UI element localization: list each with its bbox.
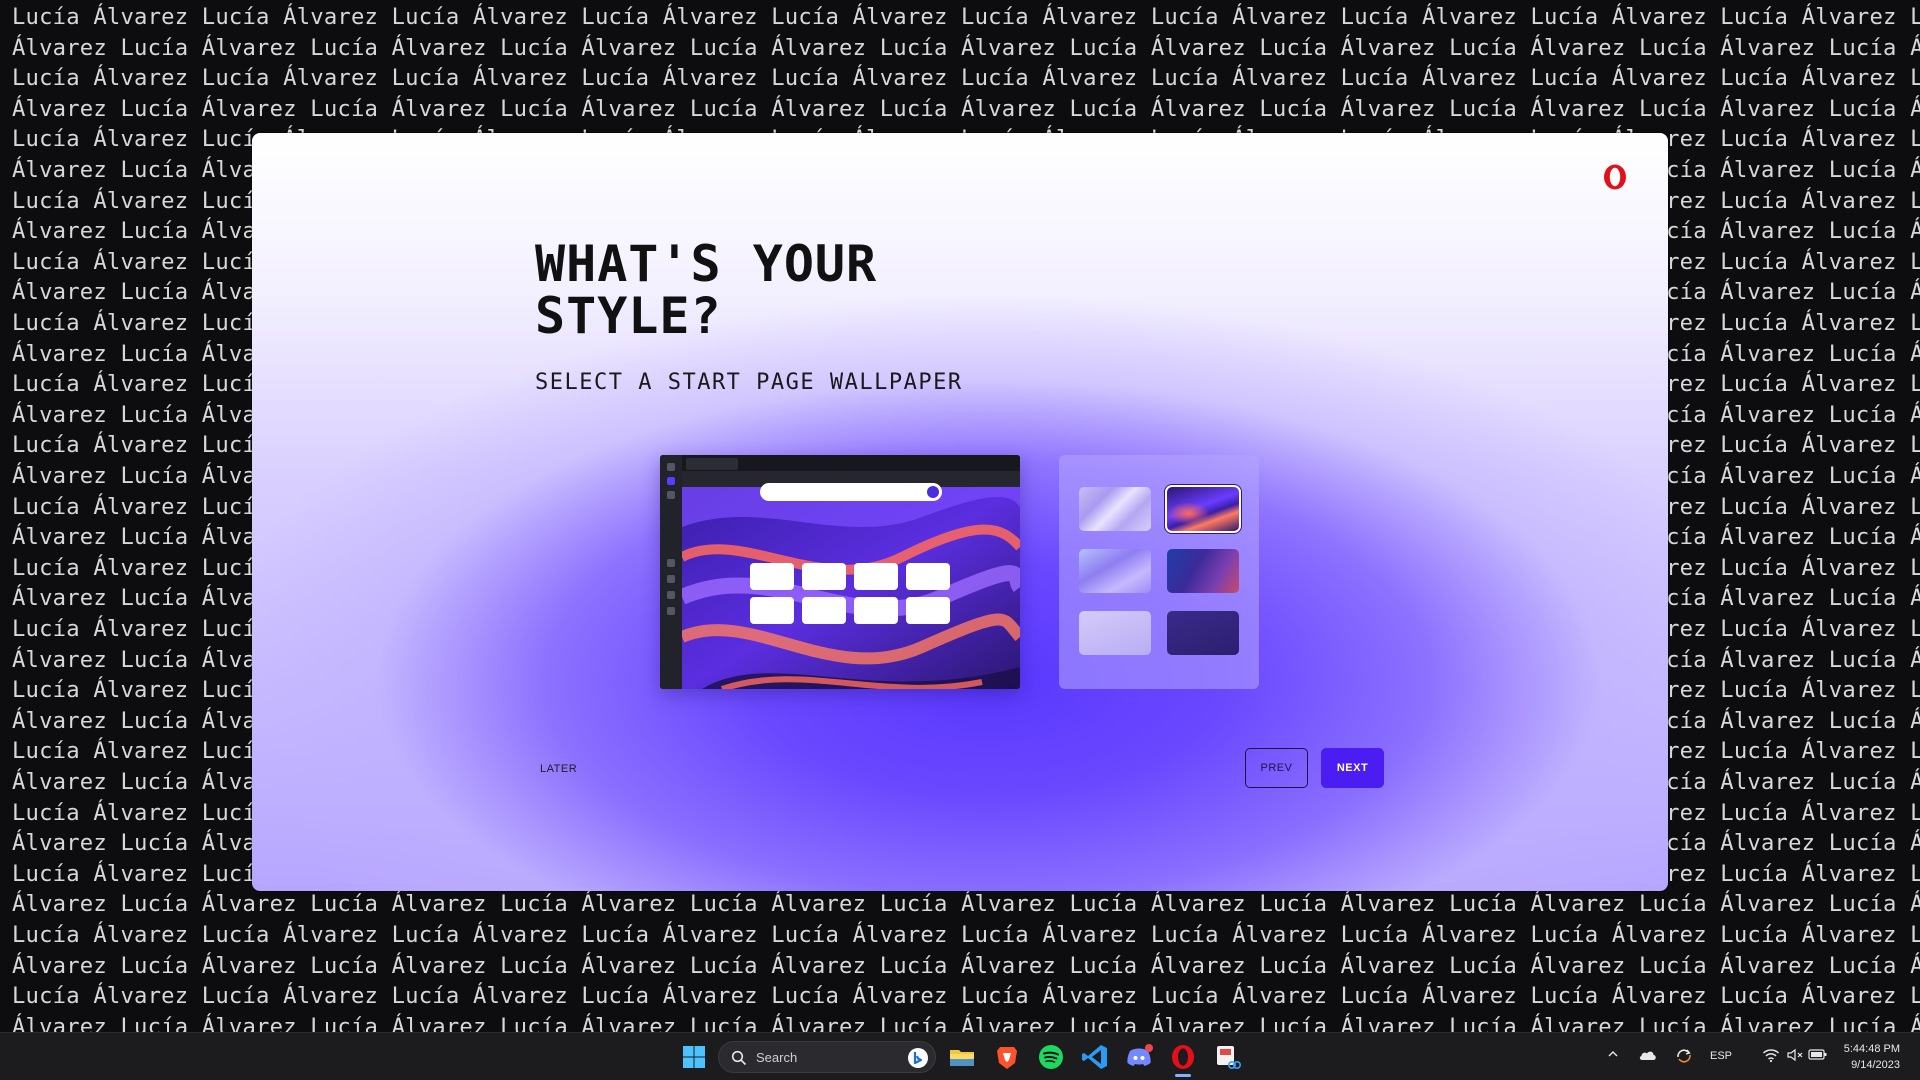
prev-button[interactable]: PREV bbox=[1245, 748, 1308, 788]
wallpaper-option-soft-gradient[interactable] bbox=[1079, 549, 1151, 593]
opera-logo-icon bbox=[1604, 164, 1626, 190]
spotify-icon[interactable] bbox=[1035, 1041, 1067, 1073]
windows-start-icon[interactable] bbox=[682, 1045, 706, 1069]
preview-speed-dial bbox=[750, 597, 794, 624]
clock-date: 9/14/2023 bbox=[1851, 1059, 1900, 1071]
preview-speed-dial bbox=[854, 597, 898, 624]
snipping-tool-icon[interactable] bbox=[1211, 1041, 1243, 1073]
wallpaper-text-row: Lucía Álvarez Lucía Álvarez Lucía Álvare… bbox=[12, 922, 1920, 948]
onboarding-dialog: WHAT'S YOUR STYLE? SELECT A START PAGE W… bbox=[252, 133, 1668, 891]
brave-icon[interactable] bbox=[991, 1041, 1023, 1073]
preview-tab-bar bbox=[682, 455, 1020, 471]
next-button[interactable]: NEXT bbox=[1321, 748, 1384, 788]
wallpaper-option-purple-swirl[interactable] bbox=[1165, 485, 1241, 533]
start-page-preview bbox=[660, 455, 1020, 689]
preview-search-bar bbox=[760, 483, 942, 501]
wallpaper-text-row: Álvarez Lucía Álvarez Lucía Álvarez Lucí… bbox=[12, 1013, 1920, 1032]
wifi-icon[interactable] bbox=[1762, 1047, 1780, 1063]
title-line-2: STYLE? bbox=[535, 287, 722, 345]
system-tray: ESP 5:44:48 PM 9/14/2023 bbox=[1590, 1033, 1920, 1080]
wallpaper-picker bbox=[1059, 455, 1259, 689]
preview-speed-dial bbox=[906, 597, 950, 624]
update-sync-icon[interactable] bbox=[1674, 1047, 1694, 1065]
page-title: WHAT'S YOUR STYLE? bbox=[535, 238, 1055, 342]
clock[interactable]: 5:44:48 PM 9/14/2023 bbox=[1844, 1041, 1900, 1073]
input-language[interactable]: ESP bbox=[1710, 1050, 1732, 1062]
later-button[interactable]: LATER bbox=[540, 763, 577, 775]
wallpaper-text-row: Lucía Álvarez Lucía Álvarez Lucía Álvare… bbox=[12, 4, 1920, 30]
battery-icon[interactable] bbox=[1808, 1047, 1828, 1061]
wallpaper-text-row: Álvarez Lucía Álvarez Lucía Álvarez Lucí… bbox=[12, 952, 1920, 979]
chevron-up-icon[interactable] bbox=[1606, 1047, 1620, 1061]
taskbar: Search ESP 5:44:48 PM 9/14/2023 bbox=[0, 1032, 1920, 1080]
discord-icon[interactable] bbox=[1123, 1041, 1155, 1073]
wallpaper-option-lilac-waves[interactable] bbox=[1079, 487, 1151, 531]
wallpaper-text-row: Lucía Álvarez Lucía Álvarez Lucía Álvare… bbox=[12, 65, 1920, 92]
search-placeholder: Search bbox=[756, 1050, 798, 1065]
page-subtitle: SELECT A START PAGE WALLPAPER bbox=[535, 370, 963, 395]
preview-speed-dial bbox=[802, 597, 846, 624]
preview-speed-dial bbox=[750, 563, 794, 590]
wallpaper-option-deep-blue-red[interactable] bbox=[1167, 549, 1239, 593]
preview-speed-dial bbox=[906, 563, 950, 590]
preview-speed-dial bbox=[854, 563, 898, 590]
wallpaper-option-dark-indigo[interactable] bbox=[1167, 611, 1239, 655]
bing-icon[interactable] bbox=[907, 1047, 929, 1069]
onedrive-icon[interactable] bbox=[1638, 1047, 1658, 1063]
vs-code-icon[interactable] bbox=[1079, 1041, 1111, 1073]
active-indicator bbox=[1175, 1074, 1191, 1077]
volume-muted-icon[interactable] bbox=[1786, 1047, 1804, 1063]
preview-sidebar bbox=[660, 455, 682, 689]
search-icon bbox=[731, 1050, 747, 1066]
wallpaper-text-row: Lucía Álvarez Lucía Álvarez Lucía Álvare… bbox=[12, 983, 1920, 1010]
wallpaper-option-lavender[interactable] bbox=[1079, 611, 1151, 655]
file-explorer-icon[interactable] bbox=[946, 1041, 978, 1073]
wallpaper-text-row: Álvarez Lucía Álvarez Lucía Álvarez Lucí… bbox=[12, 34, 1920, 61]
preview-wallpaper bbox=[682, 487, 1020, 689]
preview-speed-dial bbox=[802, 563, 846, 590]
title-line-1: WHAT'S YOUR bbox=[535, 235, 878, 293]
wallpaper-text-row: Álvarez Lucía Álvarez Lucía Álvarez Lucí… bbox=[12, 95, 1920, 122]
clock-time: 5:44:48 PM bbox=[1843, 1043, 1900, 1055]
wallpaper-text-row: Álvarez Lucía Álvarez Lucía Álvarez Lucí… bbox=[12, 891, 1920, 918]
taskbar-search[interactable]: Search bbox=[718, 1041, 936, 1073]
opera-icon[interactable] bbox=[1167, 1041, 1199, 1077]
